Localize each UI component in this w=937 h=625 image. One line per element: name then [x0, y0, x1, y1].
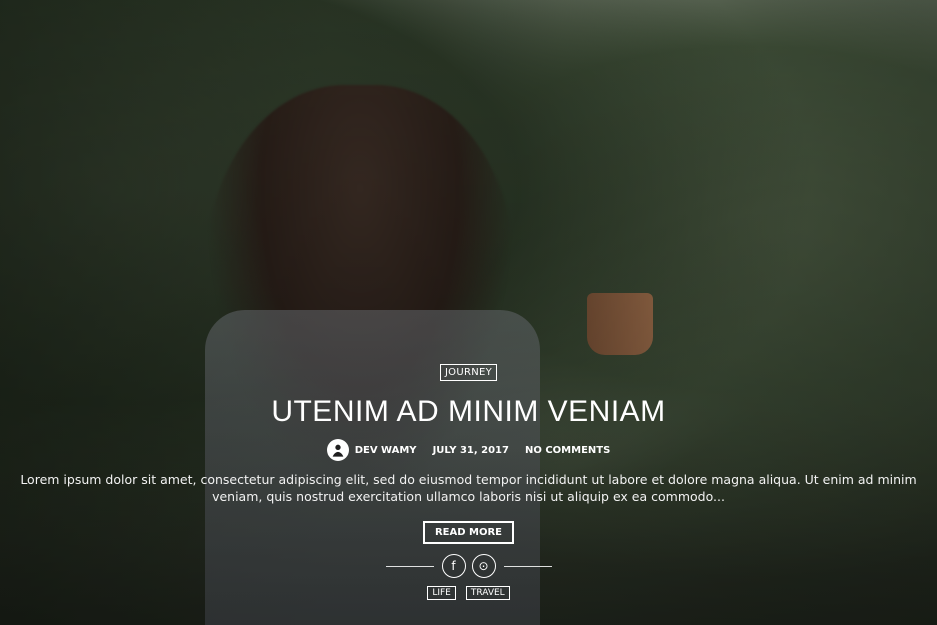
hero-section: JOURNEY UTENIM AD MINIM VENIAM DEV WAMY … — [0, 0, 937, 625]
post-content: JOURNEY UTENIM AD MINIM VENIAM DEV WAMY … — [0, 360, 937, 600]
post-title[interactable]: UTENIM AD MINIM VENIAM — [0, 395, 937, 429]
pinterest-share-button[interactable]: ⊙ — [471, 554, 496, 578]
category-tag[interactable]: JOURNEY — [439, 364, 498, 381]
user-icon — [332, 444, 344, 457]
tag-travel[interactable]: TRAVEL — [465, 586, 510, 600]
pinterest-icon: ⊙ — [478, 559, 489, 573]
post-meta: DEV WAMY JULY 31, 2017 NO COMMENTS — [0, 439, 937, 461]
post-date: JULY 31, 2017 — [432, 444, 509, 456]
author-name: DEV WAMY — [354, 444, 417, 456]
tag-life[interactable]: LIFE — [427, 586, 456, 600]
comments-link[interactable]: NO COMMENTS — [525, 445, 610, 456]
share-row: f ⊙ — [0, 554, 937, 578]
divider-left — [385, 565, 434, 567]
avatar — [326, 439, 349, 461]
share-icons: f ⊙ — [434, 554, 504, 578]
facebook-share-button[interactable]: f — [441, 554, 466, 578]
facebook-icon: f — [451, 559, 456, 573]
author[interactable]: DEV WAMY — [326, 439, 417, 461]
read-more-button[interactable]: READ MORE — [422, 521, 515, 544]
post-tags: LIFE TRAVEL — [0, 586, 937, 600]
divider-right — [503, 565, 552, 567]
post-excerpt: Lorem ipsum dolor sit amet, consectetur … — [20, 472, 917, 504]
